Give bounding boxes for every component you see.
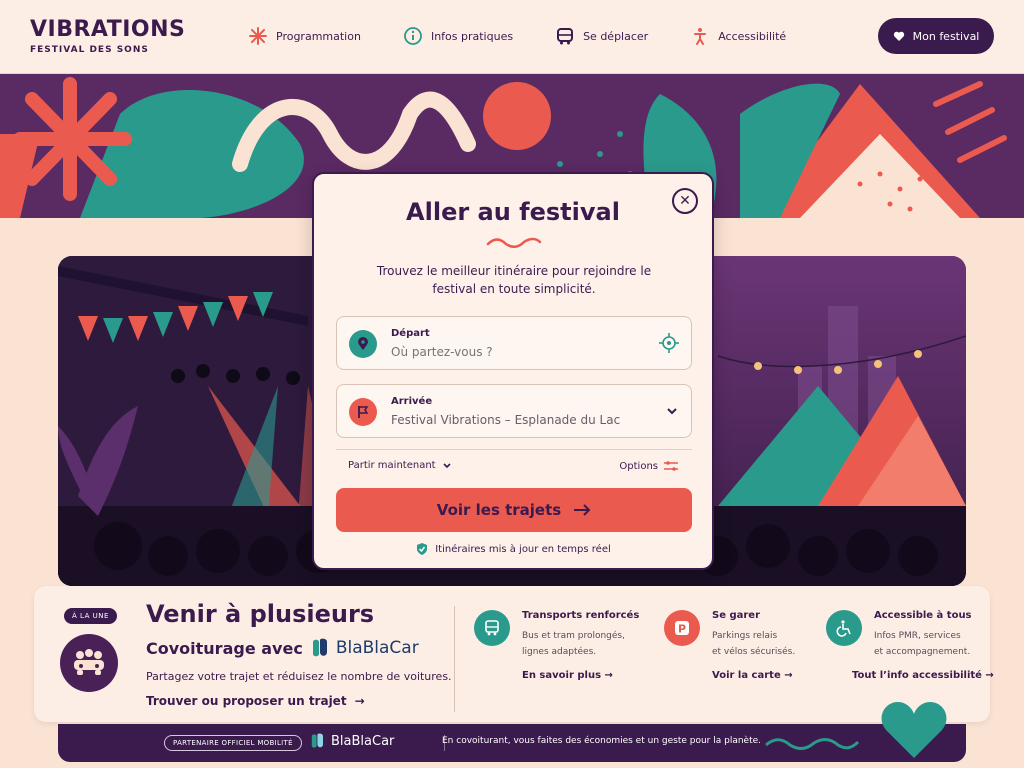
arrival-label: Arrivée xyxy=(391,396,433,407)
departure-time-label: Partir maintenant xyxy=(348,460,436,471)
parking-icon: P xyxy=(664,610,700,646)
view-routes-button[interactable]: Voir les trajets xyxy=(336,488,692,532)
options-button[interactable]: Options xyxy=(619,460,678,472)
divider xyxy=(336,449,692,450)
carpool-subtitle-text: Covoiturage avec xyxy=(146,638,303,658)
locate-me-icon[interactable] xyxy=(659,333,679,357)
feature-title: Se garer xyxy=(712,610,761,621)
departure-time-select[interactable]: Partir maintenant xyxy=(348,460,452,471)
nav-label: Se déplacer xyxy=(583,29,649,43)
view-routes-label: Voir les trajets xyxy=(436,501,562,519)
site-header: VIBRATIONS FESTIVAL DES SONS Programmati… xyxy=(0,0,1024,74)
my-festival-button[interactable]: Mon festival xyxy=(878,18,994,54)
arrival-value: Festival Vibrations – Esplanade du Lac xyxy=(391,413,621,427)
departure-field[interactable]: Départ xyxy=(336,316,692,370)
learn-more-link[interactable]: En savoir plus → xyxy=(522,670,613,681)
blablacar-mark-icon xyxy=(312,638,327,657)
footer-brand: BlaBlaCar xyxy=(331,733,395,749)
arrow-right-icon: → xyxy=(354,694,365,708)
shield-check-icon xyxy=(417,543,428,555)
departure-input[interactable] xyxy=(391,345,641,359)
partner-footer: PARTENAIRE OFFICIEL MOBILITÉ BlaBlaCar E… xyxy=(58,724,966,762)
mobility-info-panel: À LA UNE Venir à plusieurs Covoiturage a… xyxy=(34,586,994,722)
carpool-title: Venir à plusieurs xyxy=(146,600,375,628)
find-ride-label: Trouver ou proposer un trajet xyxy=(146,694,347,708)
logo-title: VIBRATIONS xyxy=(30,17,186,42)
chevron-down-icon[interactable] xyxy=(665,403,679,422)
modal-title: Aller au festival xyxy=(406,198,620,226)
feature-description: Bus et tram prolongés, lignes adaptées. xyxy=(522,631,625,657)
partner-badge: PARTENAIRE OFFICIEL MOBILITÉ xyxy=(164,735,302,751)
main-nav: Programmation Infos pratiques Se déplace… xyxy=(248,26,828,46)
blablacar-mark-icon xyxy=(311,733,323,748)
logo-subtitle: FESTIVAL DES SONS xyxy=(30,45,149,55)
realtime-note-text: Itinéraires mis à jour en temps réel xyxy=(435,543,611,555)
realtime-note: Itinéraires mis à jour en temps réel xyxy=(314,542,712,556)
sparkle-icon xyxy=(249,27,267,45)
feature-title: Accessible à tous xyxy=(874,610,972,621)
options-label: Options xyxy=(619,460,658,472)
info-icon xyxy=(404,27,422,45)
carpool-subtitle: Covoiturage avec BlaBlaCar xyxy=(146,638,419,658)
person-icon xyxy=(694,28,707,45)
nav-label: Infos pratiques xyxy=(430,29,514,43)
route-planner-modal: ✕ Aller au festival Trouvez le meilleur … xyxy=(312,172,714,570)
feature-description: Parkings relais et vélos sécurisés. xyxy=(712,631,796,657)
flag-icon xyxy=(349,398,377,426)
nav-item-infos[interactable]: Infos pratiques xyxy=(403,26,513,46)
accessibility-info-link[interactable]: Tout l’info accessibilité → xyxy=(852,670,994,681)
feature-description: Infos PMR, services et accompagnement. xyxy=(874,631,971,657)
departure-label: Départ xyxy=(391,328,430,339)
feature-title: Transports renforcés xyxy=(522,610,640,621)
find-ride-link[interactable]: Trouver ou proposer un trajet → xyxy=(146,694,365,708)
heart-decoration xyxy=(881,702,947,758)
footer-message: En covoiturant, vous faites des économie… xyxy=(442,736,762,746)
site-logo[interactable]: VIBRATIONS FESTIVAL DES SONS xyxy=(30,17,186,56)
nav-item-accessibilite[interactable]: Accessibilité xyxy=(690,26,786,46)
bus-icon xyxy=(474,610,510,646)
featured-badge: À LA UNE xyxy=(64,608,117,624)
arrow-right-icon xyxy=(574,504,591,516)
modal-description: Trouvez le meilleur itinéraire pour rejo… xyxy=(376,264,652,296)
heart-icon xyxy=(893,31,904,41)
wave-decoration xyxy=(765,738,860,750)
blablacar-logo[interactable]: BlaBlaCar xyxy=(311,638,419,658)
view-map-link[interactable]: Voir la carte → xyxy=(712,670,793,681)
footer-blablacar-logo[interactable]: BlaBlaCar xyxy=(310,733,394,749)
nav-item-deplacer[interactable]: Se déplacer xyxy=(555,26,648,46)
my-festival-label: Mon festival xyxy=(912,29,980,43)
chevron-down-icon xyxy=(443,462,451,468)
svg-text:P: P xyxy=(678,623,686,636)
bus-icon xyxy=(557,28,574,45)
wheelchair-icon xyxy=(826,610,862,646)
carpool-description: Partagez votre trajet et réduisez le nom… xyxy=(146,670,452,683)
sliders-icon xyxy=(664,461,678,471)
nav-item-programmation[interactable]: Programmation xyxy=(248,26,361,46)
blablacar-brand: BlaBlaCar xyxy=(335,638,419,658)
divider xyxy=(454,606,455,712)
nav-label: Programmation xyxy=(276,29,361,43)
location-pin-icon xyxy=(349,330,377,358)
arrival-field[interactable]: Arrivée Festival Vibrations – Esplanade … xyxy=(336,384,692,438)
nav-label: Accessibilité xyxy=(718,29,787,43)
squiggle-icon xyxy=(486,237,542,248)
carpool-icon xyxy=(60,634,118,692)
